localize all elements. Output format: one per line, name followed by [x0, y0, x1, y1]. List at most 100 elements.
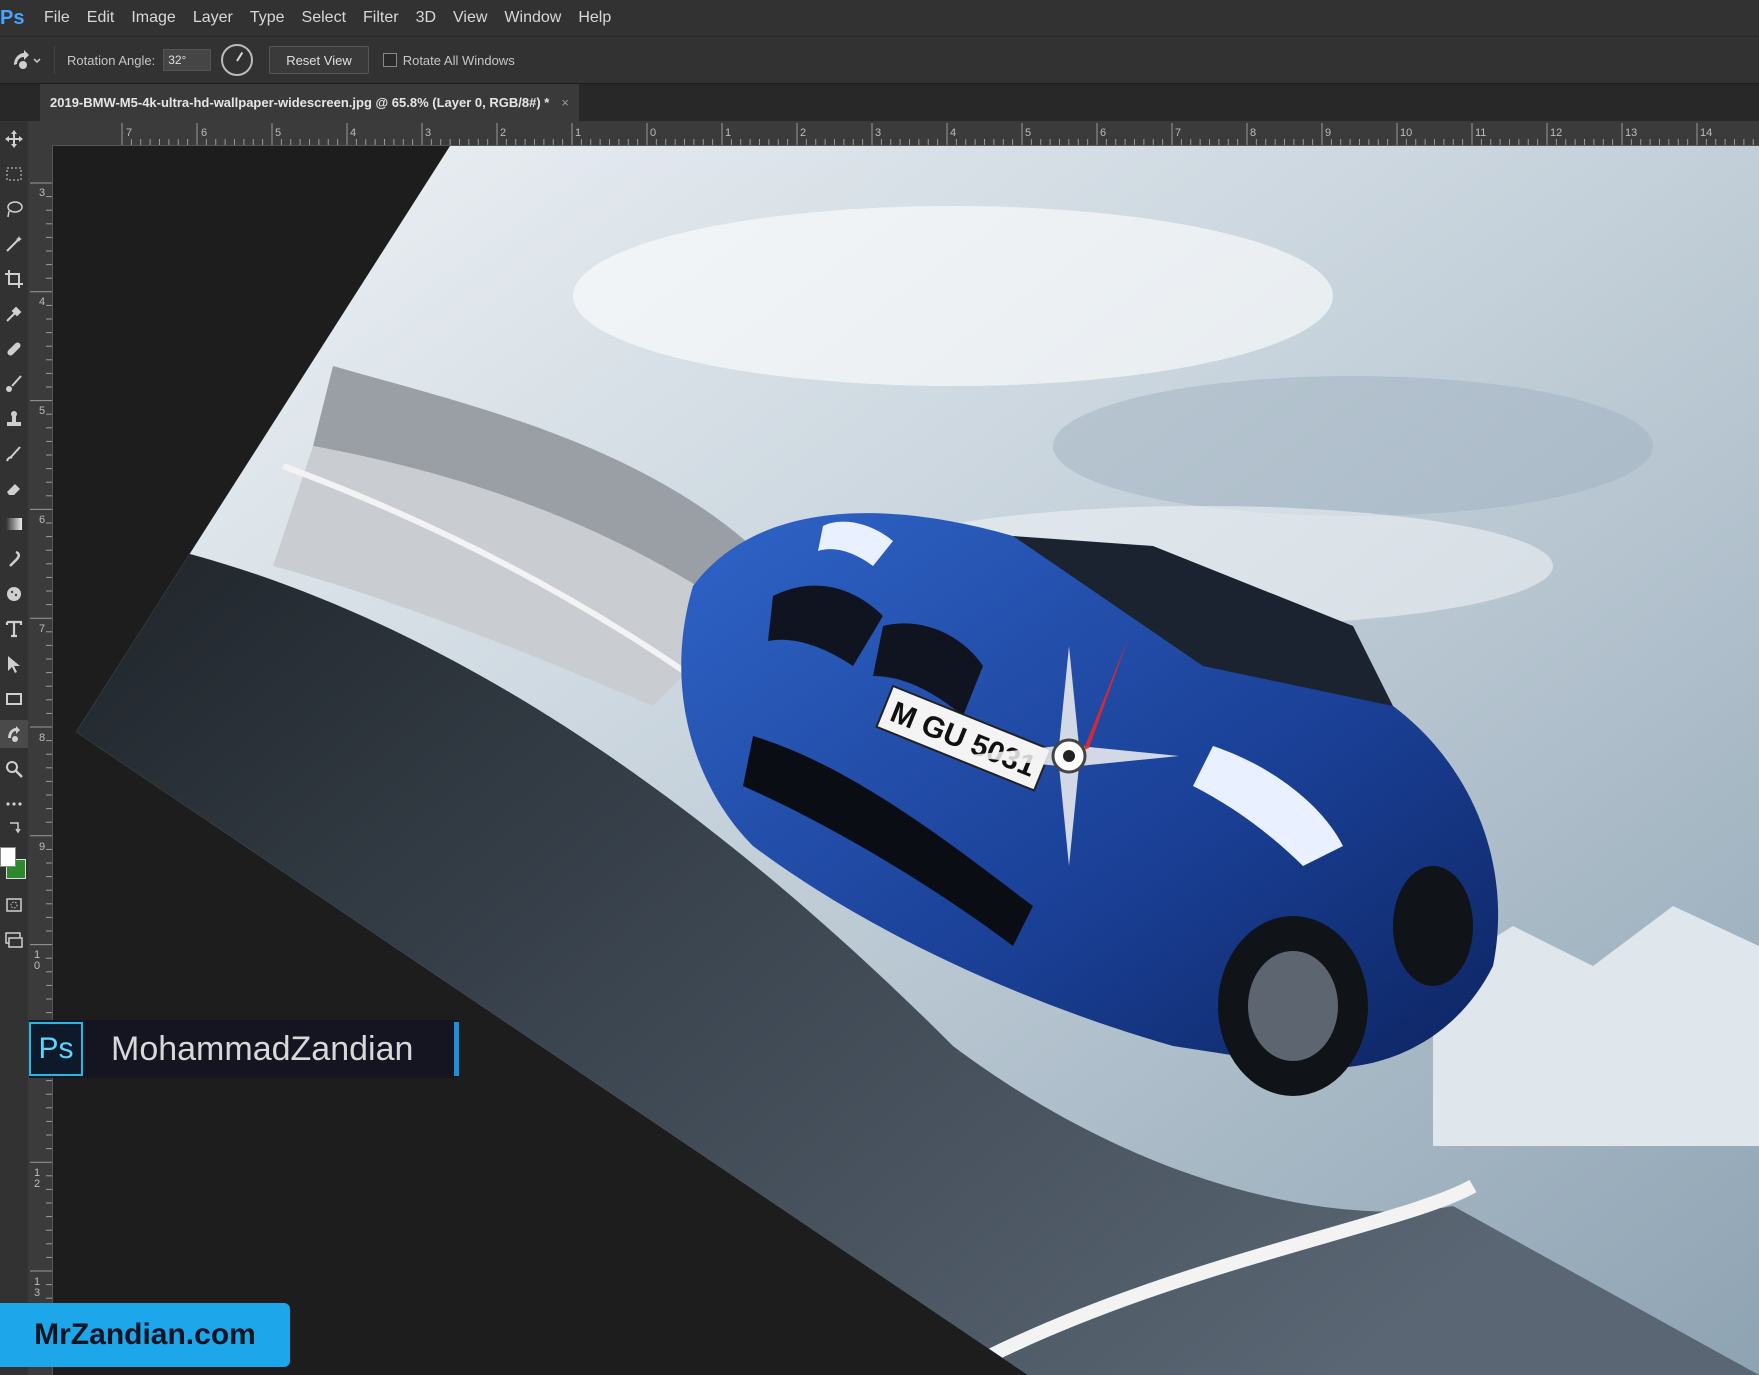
hand-rotate-icon	[8, 726, 20, 742]
eraser-tool[interactable]	[0, 475, 28, 503]
swap-colors[interactable]	[0, 817, 28, 837]
quick-mask-icon	[6, 898, 22, 912]
rotate-view-tool[interactable]	[0, 720, 28, 748]
menu-view[interactable]: View	[453, 9, 487, 27]
ruler-h-label: 2	[800, 127, 807, 139]
document-tab[interactable]: 2019-BMW-M5-4k-ultra-hd-wallpaper-widesc…	[40, 84, 579, 121]
rotation-angle-input[interactable]	[163, 49, 212, 71]
eraser-icon	[7, 484, 20, 495]
ruler-h-label: 14	[1700, 127, 1713, 139]
author-watermark: Ps MohammadZandian	[29, 1020, 459, 1078]
ruler-v-label: 7	[39, 623, 46, 635]
magic-wand-icon	[6, 236, 22, 252]
ruler-v-label: 9	[39, 841, 46, 853]
menu-image[interactable]: Image	[131, 9, 175, 27]
brush-tool[interactable]	[0, 370, 28, 398]
menu-layer[interactable]: Layer	[193, 9, 233, 27]
ruler-h-label: 3	[875, 127, 882, 139]
ruler-h-label: 0	[650, 127, 657, 139]
ruler-v-label: 6	[39, 514, 46, 526]
edit-toolbar[interactable]	[0, 790, 28, 818]
menu-window[interactable]: Window	[504, 9, 561, 27]
ruler-corner	[28, 121, 40, 145]
quick-selection-tool[interactable]	[0, 230, 28, 258]
move-tool[interactable]	[0, 125, 28, 153]
swap-arrow-icon	[10, 822, 21, 834]
lasso-tool[interactable]	[0, 195, 28, 223]
crop-tool[interactable]	[0, 265, 28, 293]
vertical-ruler-ticks	[30, 182, 52, 1367]
ruler-v-label: 5	[39, 405, 46, 417]
ruler-h-label: 1	[575, 127, 582, 139]
zoom-tool[interactable]	[0, 755, 28, 783]
rotate-view-icon	[14, 50, 41, 69]
eyedropper-icon	[6, 306, 22, 322]
horizontal-ruler-ticks	[121, 123, 1754, 145]
crop-icon	[5, 270, 23, 288]
watermark-accent-bar	[454, 1022, 459, 1076]
ruler-v-label: 12	[34, 1167, 41, 1190]
rotation-dial[interactable]	[221, 44, 254, 76]
ruler-h-label: 6	[201, 127, 208, 139]
ruler-h-label: 1	[725, 127, 732, 139]
foreground-color-swatch[interactable]	[0, 847, 16, 867]
close-icon[interactable]: ×	[561, 95, 569, 110]
options-divider	[54, 46, 55, 74]
move-icon	[5, 130, 23, 148]
type-icon	[5, 620, 23, 638]
site-badge: MrZandian.com	[0, 1303, 290, 1367]
eyedropper-tool[interactable]	[0, 300, 28, 328]
menu-filter[interactable]: Filter	[363, 9, 399, 27]
brush-icon	[6, 375, 22, 392]
ruler-h-label: 5	[275, 127, 282, 139]
options-bar: Rotation Angle: Reset View Rotate All Wi…	[0, 37, 1759, 84]
bandage-icon	[7, 342, 21, 356]
ruler-h-label: 9	[1325, 127, 1332, 139]
tool-preset-picker[interactable]	[0, 37, 50, 83]
smudge-tool[interactable]	[0, 545, 28, 573]
path-selection-tool[interactable]	[0, 650, 28, 678]
ruler-h-label: 5	[1025, 127, 1032, 139]
menu-edit[interactable]: Edit	[87, 9, 115, 27]
menu-file[interactable]: File	[44, 9, 70, 27]
gradient-tool[interactable]	[0, 510, 28, 538]
marquee-tool[interactable]	[0, 160, 28, 188]
menu-type[interactable]: Type	[250, 9, 285, 27]
ruler-h-label: 8	[1250, 127, 1257, 139]
ruler-v-label: 8	[39, 732, 46, 744]
ruler-h-label: 4	[350, 127, 357, 139]
menu-3d[interactable]: 3D	[416, 9, 436, 27]
horizontal-ruler: 7 6 5 4 3 2 1 0 1 2 3 4 5 6 7 8 9 10 11 …	[40, 121, 1759, 146]
menu-help[interactable]: Help	[578, 9, 611, 27]
quick-mask-toggle[interactable]	[0, 891, 28, 919]
sponge-tool[interactable]	[0, 580, 28, 608]
clone-stamp-tool[interactable]	[0, 405, 28, 433]
document-canvas[interactable]: M GU 5031	[53, 146, 1759, 1375]
vertical-ruler: 3 4 5 6 7 8 9 10 11 12 13	[28, 145, 53, 1375]
rectangle-tool[interactable]	[0, 685, 28, 713]
screen-mode-icon	[5, 932, 23, 948]
arrow-cursor-icon	[8, 656, 20, 673]
ruler-h-label: 10	[1400, 127, 1413, 139]
ruler-h-label: 11	[1475, 127, 1487, 139]
healing-brush-tool[interactable]	[0, 335, 28, 363]
type-tool[interactable]	[0, 615, 28, 643]
gradient-icon	[6, 518, 22, 530]
smudge-icon	[9, 550, 20, 567]
stamp-icon	[7, 411, 21, 426]
rotate-all-windows-checkbox[interactable]	[382, 53, 397, 67]
ruler-h-label: 6	[1100, 127, 1107, 139]
sponge-icon	[7, 587, 21, 601]
ruler-v-label: 13	[34, 1276, 41, 1299]
ruler-h-label: 2	[500, 127, 507, 139]
history-brush-tool[interactable]	[0, 440, 28, 468]
rotated-photo: M GU 5031	[76, 146, 1759, 1375]
ruler-v-label: 3	[39, 187, 46, 199]
reset-view-button[interactable]: Reset View	[269, 46, 369, 74]
screen-mode-toggle[interactable]	[0, 926, 28, 954]
ruler-v-label: 4	[39, 296, 46, 308]
lasso-icon	[7, 201, 23, 218]
marquee-icon	[6, 167, 22, 181]
menu-select[interactable]: Select	[302, 9, 346, 27]
ruler-h-label: 7	[1175, 127, 1182, 139]
